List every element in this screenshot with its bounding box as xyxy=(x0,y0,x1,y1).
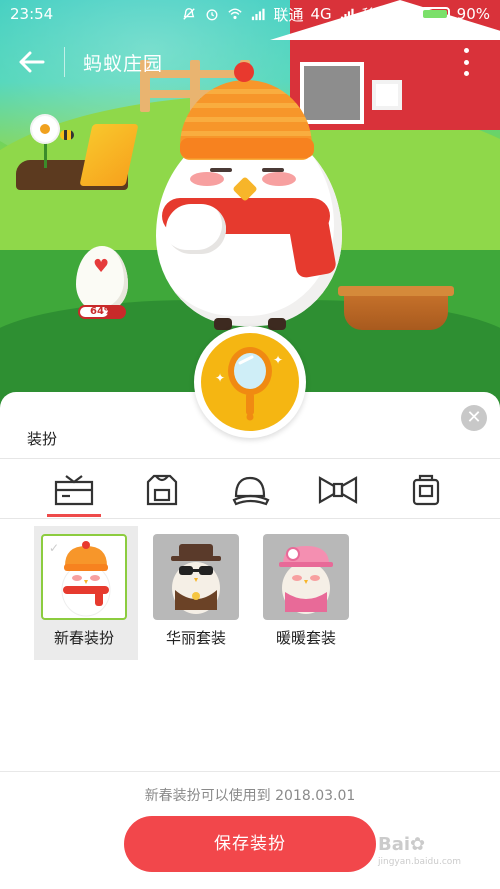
outfit-label: 新春装扮 xyxy=(53,629,114,647)
battery-percent: 90% xyxy=(456,5,490,23)
outfit-item-gorgeous[interactable]: 华丽套装 xyxy=(146,526,250,660)
warm-outfit-chick-icon xyxy=(279,546,333,614)
divider xyxy=(0,771,500,772)
status-bar: 23:54 联通 4G 移动 ⚡ 90% xyxy=(0,0,500,28)
sparkle-icon: ✦ xyxy=(215,371,226,385)
outfit-label: 暖暖套装 xyxy=(275,629,336,647)
outfit-label: 华丽套装 xyxy=(165,629,226,647)
jacket-icon xyxy=(146,474,178,506)
close-icon: ✕ xyxy=(466,407,482,428)
egg-progress-bar: 64% xyxy=(78,305,126,319)
carrier-unicom: 联通 xyxy=(273,5,304,24)
save-button[interactable]: 保存装扮 xyxy=(124,816,376,872)
divider xyxy=(0,458,500,459)
watermark-url: jingyan.baidu.com xyxy=(378,857,462,867)
outfit-thumbnail xyxy=(263,534,349,620)
alarm-icon xyxy=(206,9,218,21)
bell-muted-icon xyxy=(183,8,196,20)
tab-bowtie[interactable] xyxy=(310,468,366,512)
signal-icon xyxy=(252,8,266,21)
outfit-item-warm[interactable]: 暖暖套装 xyxy=(256,526,360,660)
expiry-note: 新春装扮可以使用到 2018.03.01 xyxy=(144,788,356,804)
bee-icon xyxy=(60,130,74,140)
outfit-box-icon xyxy=(54,475,94,506)
check-icon: ✓ xyxy=(49,541,60,555)
mirror-ring: ✦ ✦ xyxy=(201,333,299,431)
tab-top[interactable] xyxy=(134,468,190,512)
outfit-thumbnail xyxy=(153,534,239,620)
sparkle-icon: ✦ xyxy=(273,353,284,367)
more-menu-button[interactable] xyxy=(454,48,478,76)
daisy-icon xyxy=(32,116,58,142)
knit-hat-brim xyxy=(180,138,314,158)
app-header: 蚂蚁庄园 xyxy=(0,36,500,88)
mirror-button[interactable]: ✦ ✦ xyxy=(194,326,306,438)
heart-icon: ♥ xyxy=(93,256,110,277)
outfit-thumbnail: ✓ xyxy=(41,534,127,620)
battery-icon xyxy=(419,7,450,21)
egg-progress-label: 64% xyxy=(90,306,114,317)
divider xyxy=(0,518,500,519)
sheet-title: 装扮 xyxy=(27,430,58,448)
gorgeous-outfit-chick-icon xyxy=(171,544,221,614)
close-button[interactable]: ✕ xyxy=(461,405,487,431)
chick-foot-left xyxy=(214,318,232,330)
food-trough[interactable] xyxy=(338,286,454,330)
active-tab-indicator xyxy=(47,514,101,517)
chick-wing xyxy=(166,204,226,254)
outfit-grid: ✓ 新春装扮 华丽套装 暖暖套装 xyxy=(0,526,500,666)
network-type: 4G xyxy=(310,5,332,23)
tab-outfit[interactable] xyxy=(46,468,102,512)
bowtie-icon xyxy=(318,476,358,504)
header-divider xyxy=(64,47,65,77)
more-dot xyxy=(463,71,469,76)
paw-icon: ✿ xyxy=(410,834,426,855)
category-tabs xyxy=(0,462,500,516)
chick-foot-right xyxy=(268,318,286,330)
hand-mirror-icon xyxy=(228,347,272,421)
cap-icon xyxy=(232,476,270,506)
page-title: 蚂蚁庄园 xyxy=(83,52,164,75)
signal-icon-2 xyxy=(340,8,354,21)
watermark-logo: Bai✿ jingyan.baidu.com xyxy=(378,834,461,867)
bag-icon xyxy=(412,474,440,506)
outfit-item-spring[interactable]: ✓ 新春装扮 xyxy=(34,526,138,660)
status-time: 23:54 xyxy=(10,5,54,23)
back-button[interactable] xyxy=(0,36,64,88)
watermark-text: Bai xyxy=(378,834,411,855)
chick-cheek-right xyxy=(262,172,296,186)
carrier-mobile: 移动 xyxy=(361,5,392,24)
more-dot xyxy=(463,59,469,65)
chick-cheek-left xyxy=(190,172,224,186)
more-dot xyxy=(463,48,469,53)
back-arrow-icon xyxy=(19,51,45,73)
chick-eye-left xyxy=(210,168,232,172)
charging-icon: ⚡ xyxy=(398,7,413,21)
tab-hat[interactable] xyxy=(222,468,278,512)
tab-bag[interactable] xyxy=(398,468,454,512)
wifi-icon xyxy=(228,8,243,20)
